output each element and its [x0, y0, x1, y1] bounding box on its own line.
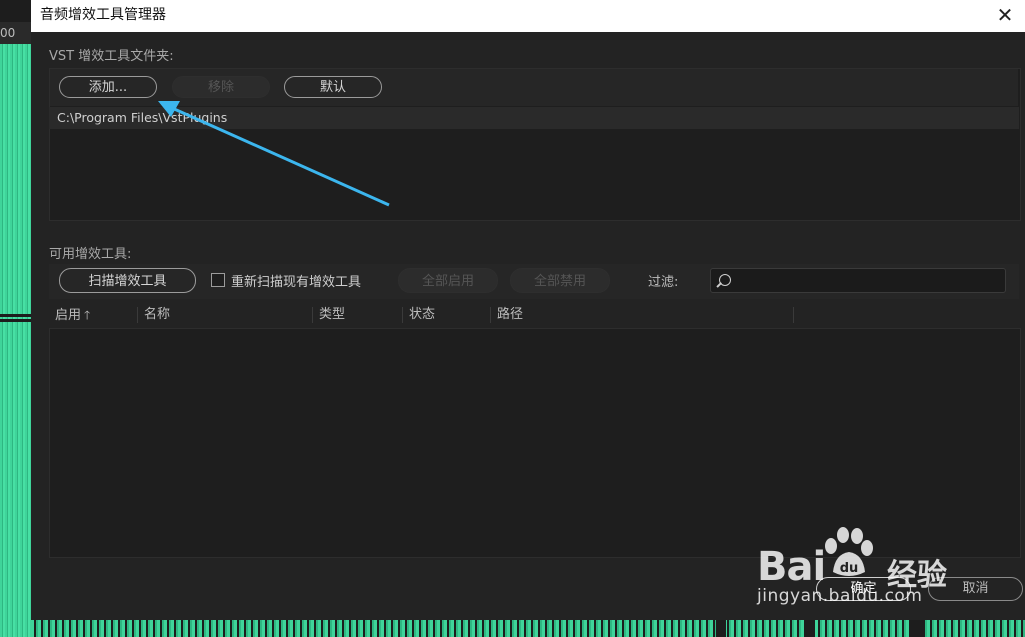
annotation-arrow-icon — [158, 101, 390, 207]
